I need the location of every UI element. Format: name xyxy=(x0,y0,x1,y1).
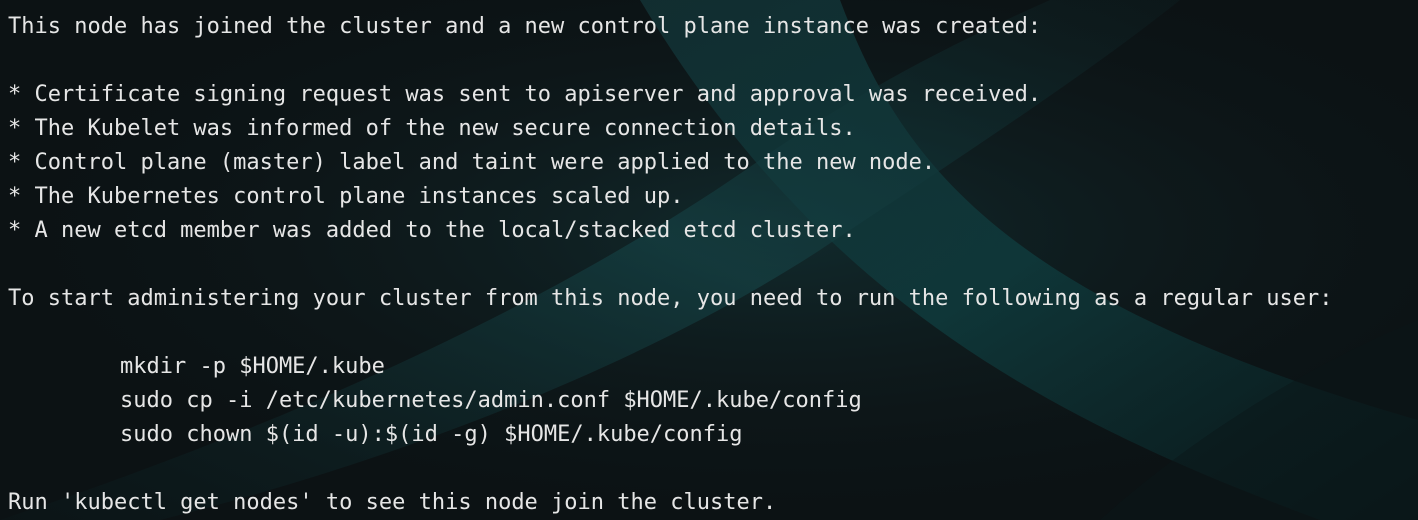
command-line: sudo cp -i /etc/kubernetes/admin.conf $H… xyxy=(120,388,862,413)
footer-line: Run 'kubectl get nodes' to see this node… xyxy=(8,490,777,515)
terminal-output: This node has joined the cluster and a n… xyxy=(0,0,1418,520)
bullet-line: * The Kubernetes control plane instances… xyxy=(8,184,684,209)
bullet-line: * A new etcd member was added to the loc… xyxy=(8,218,856,243)
bullet-line: * Control plane (master) label and taint… xyxy=(8,150,936,175)
command-line: mkdir -p $HOME/.kube xyxy=(120,354,385,379)
terminal-window[interactable]: This node has joined the cluster and a n… xyxy=(0,0,1418,520)
command-line: sudo chown $(id -u):$(id -g) $HOME/.kube… xyxy=(120,422,743,447)
bullet-line: * Certificate signing request was sent t… xyxy=(8,82,1042,107)
instructions-line: To start administering your cluster from… xyxy=(8,286,1333,311)
bullet-line: * The Kubelet was informed of the new se… xyxy=(8,116,856,141)
header-line: This node has joined the cluster and a n… xyxy=(8,14,1042,39)
